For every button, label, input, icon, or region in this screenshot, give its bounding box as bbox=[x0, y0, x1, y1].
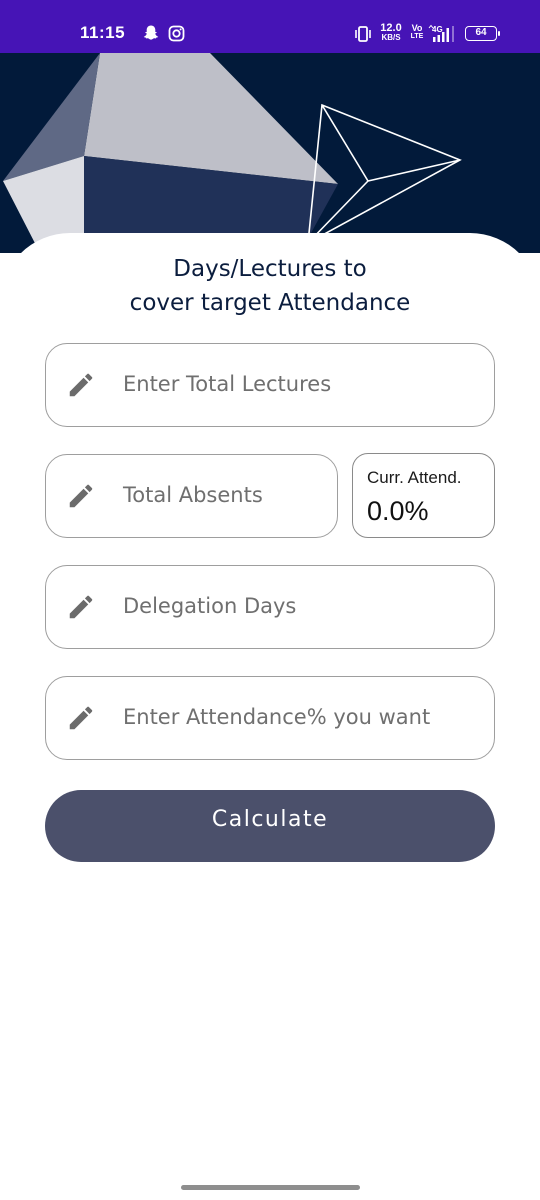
geometric-shapes-illustration bbox=[3, 53, 462, 253]
target-attendance-input[interactable]: Enter Attendance% you want bbox=[123, 677, 430, 758]
network-speed: 12.0 KB/S bbox=[378, 23, 404, 42]
pencil-icon bbox=[69, 706, 93, 730]
volte-bottom-label: LTE bbox=[410, 33, 424, 40]
vibrate-icon bbox=[355, 26, 371, 42]
target-attendance-field[interactable]: Enter Attendance% you want bbox=[45, 676, 495, 760]
home-indicator[interactable] bbox=[181, 1185, 360, 1190]
total-absents-input[interactable]: Total Absents bbox=[123, 455, 263, 536]
instagram-icon bbox=[168, 25, 185, 42]
pencil-icon bbox=[69, 484, 93, 508]
current-attendance-label: Curr. Attend. bbox=[367, 468, 462, 487]
volte-indicator: Vo LTE bbox=[410, 23, 424, 41]
status-bar: 11:15 12.0 KB/S Vo LTE 4G 64 bbox=[0, 0, 540, 53]
total-absents-field[interactable]: Total Absents bbox=[45, 454, 338, 538]
pencil-icon bbox=[69, 373, 93, 397]
page-title-line1: Days/Lectures to bbox=[173, 256, 367, 282]
delegation-days-input[interactable]: Delegation Days bbox=[123, 566, 296, 647]
network-type-label: 4G bbox=[432, 25, 443, 34]
snapchat-icon bbox=[143, 25, 159, 40]
current-attendance-box: Curr. Attend. 0.0% bbox=[352, 453, 495, 538]
current-attendance-value: 0.0% bbox=[367, 496, 429, 526]
page-title-line2: cover target Attendance bbox=[129, 290, 411, 316]
total-lectures-input[interactable]: Enter Total Lectures bbox=[123, 344, 331, 425]
total-lectures-field[interactable]: Enter Total Lectures bbox=[45, 343, 495, 427]
header-illustration bbox=[0, 53, 540, 253]
delegation-days-field[interactable]: Delegation Days bbox=[45, 565, 495, 649]
network-speed-unit: KB/S bbox=[381, 33, 401, 42]
battery-indicator: 64 bbox=[465, 26, 500, 41]
volte-top-label: Vo bbox=[411, 23, 423, 33]
calculate-button[interactable]: Calculate bbox=[45, 790, 495, 862]
signal-icon: 4G bbox=[428, 24, 454, 42]
page-title: Days/Lectures to cover target Attendance bbox=[0, 252, 540, 320]
pencil-icon bbox=[69, 595, 93, 619]
status-time: 11:15 bbox=[80, 23, 126, 42]
